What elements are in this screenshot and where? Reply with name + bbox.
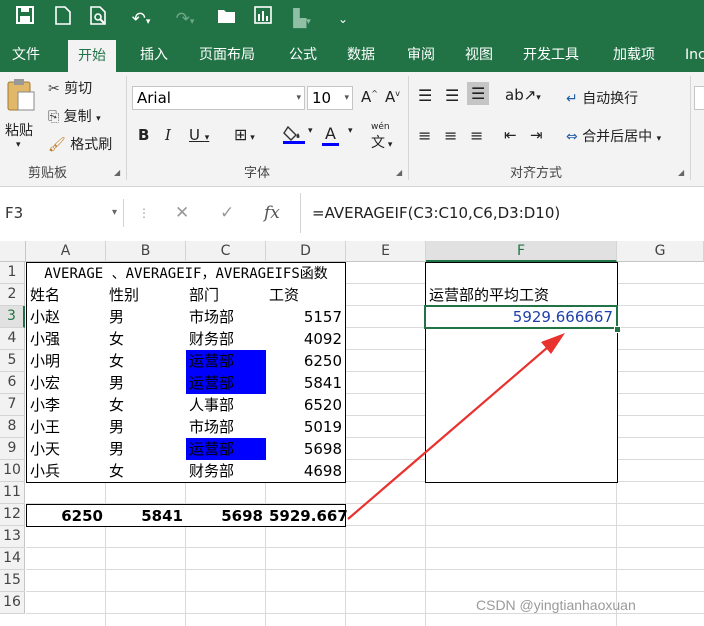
name-box[interactable]: F3 ▾ [0, 199, 124, 227]
formula-input[interactable]: =AVERAGEIF(C3:C10,C6,D3:D10) [312, 199, 560, 227]
enter-icon: ✓ [220, 203, 235, 223]
ribbon-tabs: 文件 开始 插入 页面布局 公式 数据 审阅 视图 开发工具 加载项 Inc [0, 38, 704, 72]
scissors-icon: ✂ [48, 81, 60, 97]
align-left-icon[interactable]: ≡ [418, 126, 431, 145]
new-file-icon[interactable] [50, 6, 76, 32]
tab-review[interactable]: 审阅 [404, 38, 438, 72]
font-color-icon[interactable]: A [322, 124, 339, 146]
wrap-text-icon: ↵ [566, 91, 578, 107]
bold-button[interactable]: B [138, 126, 149, 144]
formula-bar: F3 ▾ ⋮ ✕ ✓ fx =AVERAGEIF(C3:C10,C6,D3:D10… [0, 187, 704, 242]
decrease-indent-icon[interactable]: ⇤ [504, 126, 517, 144]
separator [300, 193, 301, 233]
watermark: CSDN @yingtianhaoxuan [476, 597, 636, 613]
form-icon[interactable] [250, 6, 276, 32]
align-top-icon[interactable]: ☰ [418, 86, 432, 105]
chevron-down-icon: ▾ [296, 93, 301, 103]
chart-icon: ▙▾ [293, 9, 311, 29]
paste-dropdown-icon[interactable]: ▾ [16, 140, 21, 150]
increase-indent-icon[interactable]: ⇥ [530, 126, 543, 144]
wrap-text-button[interactable]: ↵ 自动换行 [566, 88, 638, 108]
print-preview-icon[interactable] [86, 6, 112, 32]
alignment-group-label: 对齐方式 [510, 166, 563, 181]
ribbon: 粘贴 ▾ ✂ 剪切 ⎘ 复制 ▾ 🖌 格式刷 剪贴板 ◢ Arial ▾ 10 ▾ … [0, 72, 704, 187]
font-dialog-launcher-icon[interactable]: ◢ [396, 168, 402, 177]
undo-icon[interactable]: ↶▾ [124, 6, 158, 32]
number-format-combo[interactable] [694, 86, 704, 110]
tab-inquire[interactable]: Inc [682, 38, 704, 72]
orientation-icon[interactable]: ab↗▾ [505, 86, 541, 104]
merge-icon: ⇔ [566, 129, 578, 145]
open-folder-icon[interactable] [214, 6, 240, 32]
tab-page-layout[interactable]: 页面布局 [196, 38, 258, 72]
format-painter-button[interactable]: 🖌 格式刷 [48, 134, 112, 154]
decrease-font-icon[interactable]: Av [385, 88, 400, 106]
font-size-combo[interactable]: 10 ▾ [307, 86, 353, 110]
font-group-label: 字体 [244, 166, 271, 181]
cancel-icon: ✕ [175, 203, 190, 223]
quick-access-toolbar: ↶▾ ↷▾ ▙▾ ⌄ [0, 0, 704, 38]
increase-font-icon[interactable]: A^ [361, 88, 378, 106]
separator [408, 76, 409, 180]
redo-icon: ↷▾ [175, 9, 195, 29]
brush-icon: 🖌 [48, 137, 66, 153]
clipboard-group-label: 剪贴板 [28, 166, 68, 181]
phonetic-icon[interactable]: wén 文 ▾ [371, 122, 392, 152]
separator [690, 76, 691, 180]
annotation-arrow-icon [347, 333, 565, 520]
insert-function-icon[interactable]: fx [264, 199, 280, 227]
tab-addins[interactable]: 加载项 [610, 38, 658, 72]
fill-color-icon[interactable] [283, 124, 305, 148]
borders-icon[interactable]: ⊞ ▾ [234, 125, 255, 144]
tab-home[interactable]: 开始 [68, 40, 116, 72]
italic-button[interactable]: I [165, 126, 171, 144]
paste-icon[interactable] [6, 78, 36, 116]
align-bottom-icon[interactable]: ☰ [467, 82, 490, 105]
align-middle-icon[interactable]: ☰ [445, 86, 459, 105]
copy-icon: ⎘ [48, 109, 60, 125]
tab-formulas[interactable]: 公式 [286, 38, 320, 72]
worksheet-grid[interactable]: A B C D E F G 1 2 3 4 5 6 7 8 9 10 11 12… [0, 241, 704, 626]
tab-insert[interactable]: 插入 [137, 38, 171, 72]
chevron-down-icon[interactable]: ▾ [308, 126, 313, 136]
underline-button[interactable]: U ▾ [189, 126, 209, 144]
formula-bar-grip-icon: ⋮ [138, 206, 150, 220]
merge-center-button[interactable]: ⇔ 合并后居中 ▾ [566, 126, 661, 146]
chevron-down-icon[interactable]: ▾ [348, 126, 353, 136]
tab-developer[interactable]: 开发工具 [520, 38, 582, 72]
align-right-icon[interactable]: ≡ [470, 126, 483, 145]
alignment-dialog-launcher-icon[interactable]: ◢ [678, 168, 684, 177]
cut-button[interactable]: ✂ 剪切 [48, 78, 92, 98]
tab-view[interactable]: 视图 [462, 38, 496, 72]
tab-data[interactable]: 数据 [344, 38, 378, 72]
font-name-combo[interactable]: Arial ▾ [132, 86, 305, 110]
copy-button[interactable]: ⎘ 复制 ▾ [48, 106, 101, 126]
tab-file[interactable]: 文件 [9, 38, 43, 72]
clipboard-dialog-launcher-icon[interactable]: ◢ [114, 168, 120, 177]
paste-label[interactable]: 粘贴 [5, 120, 33, 140]
separator [126, 76, 127, 180]
customize-qat-icon[interactable]: ⌄ [330, 6, 356, 32]
save-icon[interactable] [12, 6, 38, 32]
align-center-icon[interactable]: ≡ [444, 126, 457, 145]
chevron-down-icon: ▾ [344, 93, 349, 103]
